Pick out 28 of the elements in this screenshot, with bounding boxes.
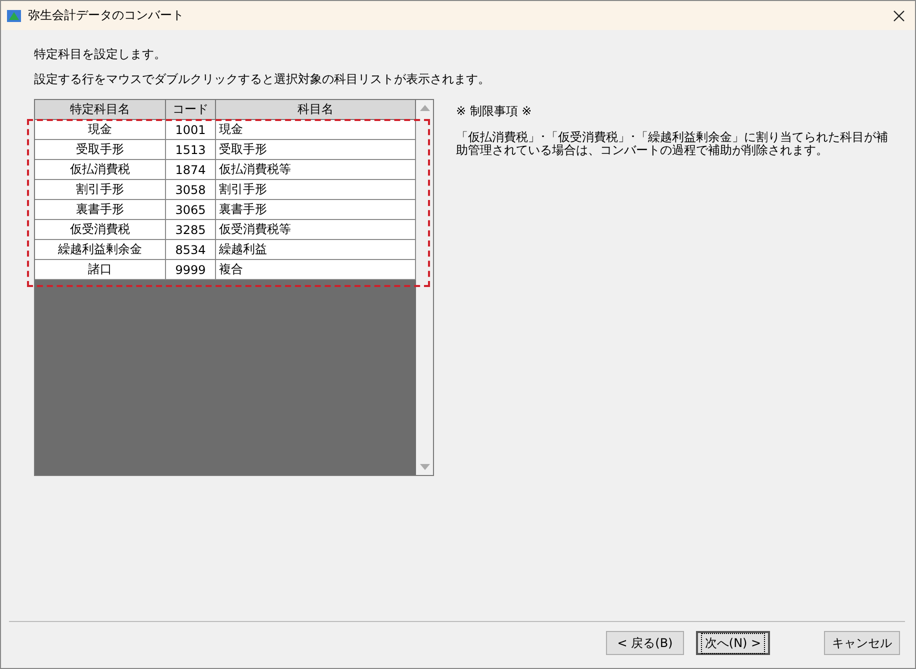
table-cell[interactable]: 諸口	[35, 260, 166, 279]
wizard-button[interactable]: < 戻る(B)	[606, 631, 684, 655]
table-cell[interactable]: 3285	[166, 220, 216, 239]
table-cell[interactable]: 受取手形	[35, 140, 166, 159]
app-icon	[6, 8, 22, 24]
notes-text: 「仮払消費税」･「仮受消費税」･「繰越利益剰余金」に割り当てられた科目が補助管理されている場合は、コンバートの過程で補助が削除されます。	[456, 131, 889, 157]
table-cell[interactable]: 裏書手形	[35, 200, 166, 219]
table-cell[interactable]: 割引手形	[35, 180, 166, 199]
table-cell[interactable]: 1513	[166, 140, 216, 159]
table-cell[interactable]: 3065	[166, 200, 216, 219]
column-header: コード	[166, 100, 216, 119]
wizard-button[interactable]: キャンセル	[824, 631, 900, 655]
table-cell[interactable]: 繰越利益剰余金	[35, 240, 166, 259]
column-header: 特定科目名	[35, 100, 166, 119]
notes-heading: ※ 制限事項 ※	[456, 103, 533, 120]
table-cell[interactable]: 3058	[166, 180, 216, 199]
table-cell[interactable]: 仮払消費税	[35, 160, 166, 179]
wizard-button[interactable]: 次へ(N) >	[696, 631, 770, 655]
close-icon[interactable]	[893, 10, 905, 22]
table-cell[interactable]: 9999	[166, 260, 216, 279]
table-cell[interactable]: 8534	[166, 240, 216, 259]
table-cell[interactable]: 1001	[166, 120, 216, 139]
table-cell[interactable]: 1874	[166, 160, 216, 179]
table-cell[interactable]: 現金	[35, 120, 166, 139]
table-cell[interactable]: 仮受消費税	[35, 220, 166, 239]
instruction-text: 設定する行をマウスでダブルクリックすると選択対象の科目リストが表示されます。	[34, 71, 491, 88]
window-title: 弥生会計データのコンバート	[28, 7, 184, 24]
instruction-text: 特定科目を設定します。	[34, 46, 167, 63]
